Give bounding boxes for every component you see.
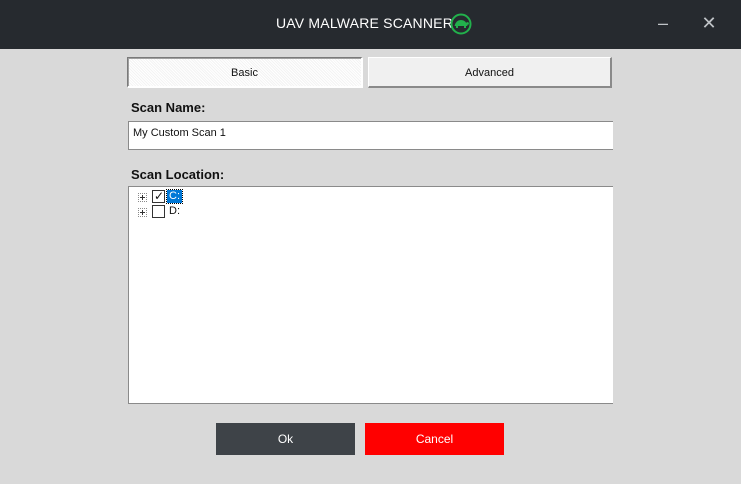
expand-icon[interactable] xyxy=(138,193,147,202)
c-drive-label[interactable]: C: xyxy=(166,189,183,204)
close-button[interactable]: ✕ xyxy=(694,8,724,38)
d-drive-checkbox[interactable] xyxy=(152,205,165,218)
checkmark-icon: ✓ xyxy=(154,189,165,203)
scan-name-value: My Custom Scan 1 xyxy=(133,127,226,139)
scan-name-label: Scan Name: xyxy=(131,100,206,115)
expand-icon[interactable] xyxy=(138,208,147,217)
title-bar: UAV MALWARE SCANNER – ✕ xyxy=(0,0,741,49)
turtle-shell-icon xyxy=(450,13,472,35)
scan-location-label: Scan Location: xyxy=(131,167,225,182)
minimize-button[interactable]: – xyxy=(648,8,678,38)
d-drive-label[interactable]: D: xyxy=(167,205,182,218)
ok-button[interactable]: Ok xyxy=(216,423,355,455)
tab-basic[interactable]: Basic xyxy=(127,57,363,88)
scan-location-tree[interactable]: ✓ C: D: xyxy=(128,186,613,404)
scan-name-input[interactable]: My Custom Scan 1 xyxy=(128,121,613,150)
c-drive-checkbox[interactable]: ✓ xyxy=(152,189,165,203)
window-title: UAV MALWARE SCANNER xyxy=(276,15,454,31)
cancel-button[interactable]: Cancel xyxy=(365,423,504,455)
tab-advanced[interactable]: Advanced xyxy=(368,57,612,88)
